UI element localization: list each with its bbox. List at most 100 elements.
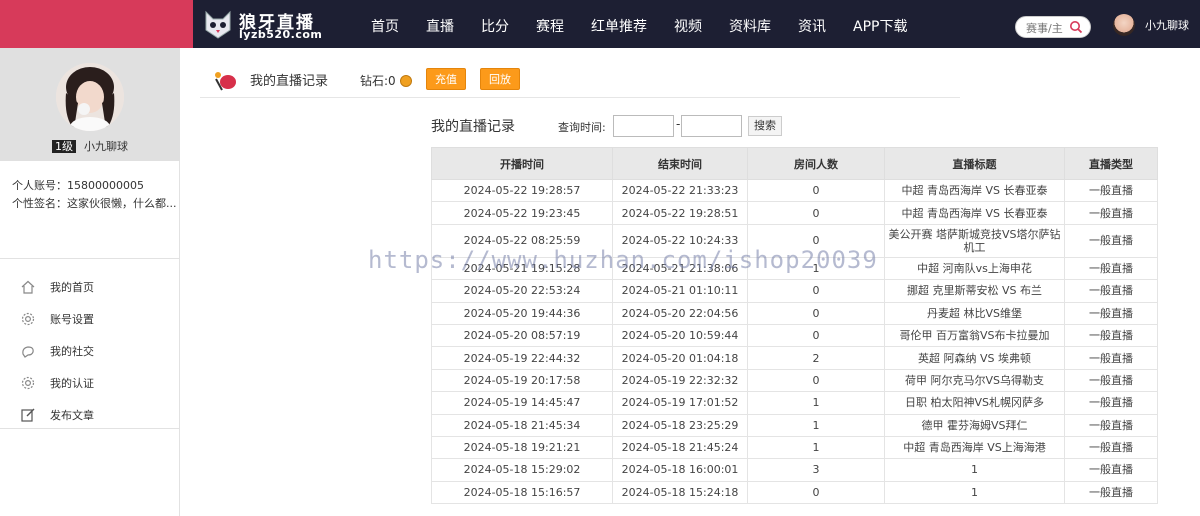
sidebar-item-home[interactable]: 我的首页: [0, 271, 179, 303]
user-menu[interactable]: 小九聊球: [1113, 14, 1189, 36]
viewers-cell: 0: [747, 301, 885, 325]
nav-item-score[interactable]: 比分: [481, 0, 509, 48]
nav-item-database[interactable]: 资料库: [729, 0, 771, 48]
end-time-cell: 2024-05-20 10:59:44: [612, 323, 748, 348]
end-time-cell: 2024-05-18 21:45:24: [612, 435, 748, 460]
table-row: 2024-05-18 15:16:57 2024-05-18 15:24:18 0 1…: [431, 480, 1158, 505]
col-end-time: 结束时间: [612, 147, 748, 180]
start-time-cell: 2024-05-20 08:57:19: [431, 323, 613, 348]
sidebar-item-settings[interactable]: 账号设置: [0, 303, 179, 335]
start-time-cell: 2024-05-18 15:29:02: [431, 458, 613, 482]
nav-item-app[interactable]: APP下载: [853, 0, 907, 48]
viewers-cell: 0: [747, 480, 885, 505]
search-button[interactable]: 搜索: [748, 116, 782, 136]
sidebar-item-label: 我的首页: [50, 281, 94, 294]
title-cell: 中超 青岛西海岸 VS 长春亚泰: [884, 201, 1065, 225]
end-time-cell: 2024-05-22 19:28:51: [612, 201, 748, 225]
sidebar-item-certify[interactable]: 我的认证: [0, 367, 179, 399]
profile-avatar[interactable]: [56, 63, 124, 131]
end-time-cell: 2024-05-21 01:10:11: [612, 279, 748, 303]
end-time-cell: 2024-05-19 17:01:52: [612, 391, 748, 415]
col-start-time: 开播时间: [431, 147, 613, 180]
title-cell: 荷甲 阿尔克马尔VS乌得勒支: [884, 368, 1065, 393]
end-time-cell: 2024-05-22 10:24:33: [612, 223, 748, 258]
nav-item-live[interactable]: 直播: [426, 0, 454, 48]
nav-item-tips[interactable]: 红单推荐: [591, 0, 647, 48]
type-cell: 一般直播: [1064, 201, 1158, 225]
type-cell: 一般直播: [1064, 323, 1158, 348]
title-cell: 中超 青岛西海岸 VS上海海港: [884, 435, 1065, 460]
nav-item-schedule[interactable]: 赛程: [536, 0, 564, 48]
type-cell: 一般直播: [1064, 223, 1158, 258]
viewers-cell: 1: [747, 435, 885, 460]
level-badge: 1级: [52, 140, 76, 153]
title-cell: 德甲 霍芬海姆VS拜仁: [884, 413, 1065, 437]
search-input[interactable]: [1026, 20, 1070, 36]
sidebar: 1级 小九聊球 个人账号：15800000005 个性签名：这家伙很懒，什么都..…: [0, 48, 180, 516]
table-row: 2024-05-21 19:15:28 2024-05-21 21:38:06 1 中…: [431, 256, 1158, 281]
account-number: 个人账号：15800000005: [12, 179, 144, 192]
record-logo-icon: [215, 72, 236, 91]
start-time-cell: 2024-05-22 19:23:45: [431, 201, 613, 225]
title-cell: 中超 青岛西海岸 VS 长春亚泰: [884, 178, 1065, 203]
viewers-cell: 0: [747, 178, 885, 203]
live-records-table: 开播时间 结束时间 房间人数 直播标题 直播类型 2024-05-22 19:2…: [431, 147, 1158, 505]
viewers-cell: 0: [747, 323, 885, 348]
sidebar-item-label: 账号设置: [50, 313, 94, 326]
replay-button[interactable]: 回放: [480, 68, 520, 90]
site-logo[interactable]: 狼牙直播 lyzb520.com: [203, 6, 333, 42]
viewers-cell: 1: [747, 391, 885, 415]
date-separator: -: [676, 117, 681, 131]
table-row: 2024-05-19 14:45:47 2024-05-19 17:01:52 1 日…: [431, 391, 1158, 415]
end-time-cell: 2024-05-19 22:32:32: [612, 368, 748, 393]
diamond-icon: [399, 75, 412, 87]
profile-card: 1级 小九聊球: [0, 48, 180, 161]
sidebar-item-social[interactable]: 我的社交: [0, 335, 179, 367]
sidebar-item-label: 我的社交: [50, 345, 94, 358]
table-row: 2024-05-22 19:23:45 2024-05-22 19:28:51 0 中…: [431, 201, 1158, 225]
table-row: 2024-05-19 22:44:32 2024-05-20 01:04:18 2 英…: [431, 346, 1158, 370]
start-time-cell: 2024-05-20 22:53:24: [431, 279, 613, 303]
type-cell: 一般直播: [1064, 435, 1158, 460]
start-time-cell: 2024-05-18 19:21:21: [431, 435, 613, 460]
recharge-button[interactable]: 充值: [426, 68, 466, 90]
top-navbar: 狼牙直播 lyzb520.com 首页 直播 比分 赛程 红单推荐 视频 资料库…: [193, 0, 1200, 48]
viewers-cell: 2: [747, 346, 885, 370]
certify-icon: [21, 376, 35, 390]
section-title: 我的直播记录: [431, 119, 515, 135]
site-url: lyzb520.com: [239, 28, 323, 41]
end-time-cell: 2024-05-18 16:00:01: [612, 458, 748, 482]
table-row: 2024-05-20 22:53:24 2024-05-21 01:10:11 0 挪…: [431, 279, 1158, 303]
user-name[interactable]: 小九聊球: [1145, 17, 1189, 33]
end-time-cell: 2024-05-18 23:25:29: [612, 413, 748, 437]
title-cell: 挪超 克里斯蒂安松 VS 布兰: [884, 279, 1065, 303]
type-cell: 一般直播: [1064, 346, 1158, 370]
nav-item-news[interactable]: 资讯: [798, 0, 826, 48]
avatar[interactable]: [1113, 14, 1135, 36]
start-time-cell: 2024-05-19 22:44:32: [431, 346, 613, 370]
nav-item-video[interactable]: 视频: [674, 0, 702, 48]
sidebar-item-publish[interactable]: 发布文章: [0, 399, 179, 431]
diamond-label: 钻石:0: [360, 74, 396, 88]
start-date-input[interactable]: [613, 115, 674, 137]
viewers-cell: 1: [747, 413, 885, 437]
search-icon[interactable]: [1069, 20, 1083, 34]
col-type: 直播类型: [1064, 147, 1158, 180]
start-time-cell: 2024-05-18 15:16:57: [431, 480, 613, 505]
viewers-cell: 0: [747, 223, 885, 258]
col-title: 直播标题: [884, 147, 1065, 180]
home-icon: [21, 280, 35, 294]
gear-icon: [21, 312, 35, 326]
nav-item-home[interactable]: 首页: [371, 0, 399, 48]
main-nav: 首页 直播 比分 赛程 红单推荐 视频 资料库 资讯 APP下载: [371, 0, 934, 48]
start-time-cell: 2024-05-18 21:45:34: [431, 413, 613, 437]
end-date-input[interactable]: [681, 115, 742, 137]
social-icon: [22, 346, 34, 358]
viewers-cell: 0: [747, 368, 885, 393]
type-cell: 一般直播: [1064, 256, 1158, 281]
table-row: 2024-05-19 20:17:58 2024-05-19 22:32:32 0 荷…: [431, 368, 1158, 393]
type-cell: 一般直播: [1064, 279, 1158, 303]
sidebar-menu: 我的首页 账号设置 我的社交 我的认证 发布文章: [0, 259, 179, 429]
end-time-cell: 2024-05-18 15:24:18: [612, 480, 748, 505]
type-cell: 一般直播: [1064, 178, 1158, 203]
